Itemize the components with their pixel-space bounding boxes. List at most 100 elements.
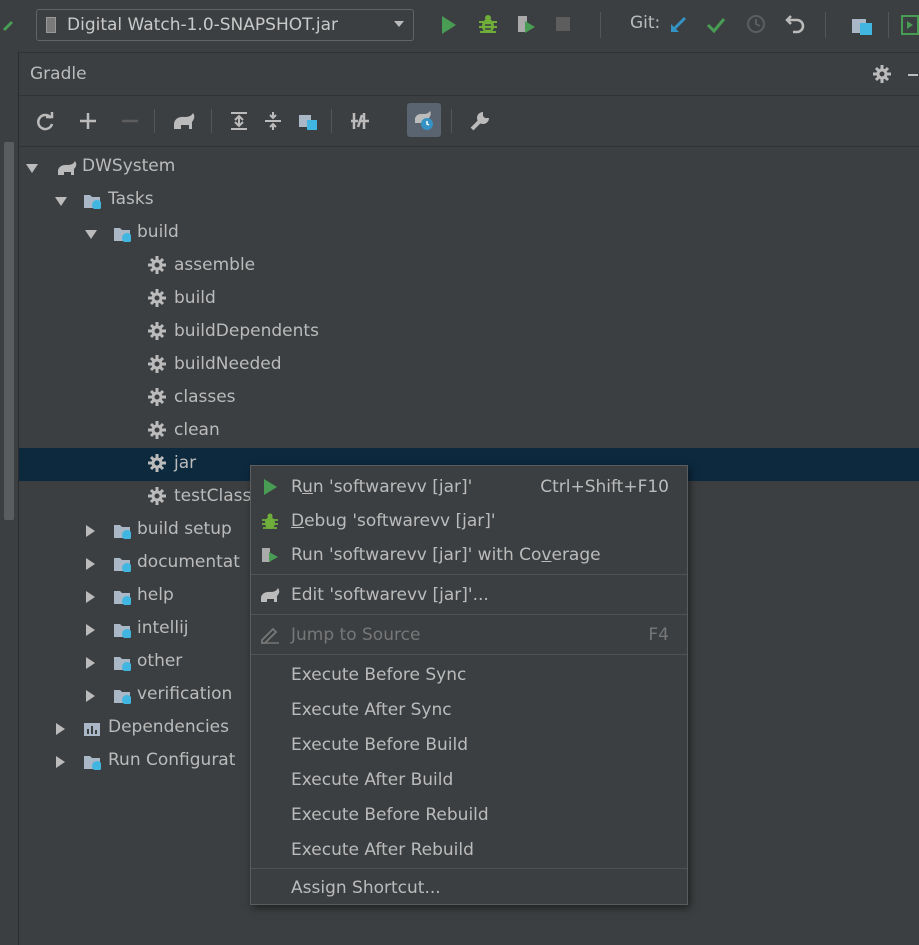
gradle-elephant-icon [261,588,280,602]
chevron-down-icon [394,21,404,27]
menu-separator [251,868,687,869]
collapse-all-icon[interactable] [263,111,283,131]
navigate-back-icon[interactable] [2,18,16,34]
task-gear-icon [148,487,166,505]
menu-separator [251,574,687,575]
tree-node-build-group[interactable]: build [19,217,919,250]
task-folder-icon [84,195,101,209]
git-label: Git: [630,13,661,33]
menu-label: Execute Before Build [291,735,469,755]
tree-node-label: Dependencies [108,717,229,737]
expanded-arrow-icon[interactable] [26,164,38,173]
tree-node-dwsystem[interactable]: DWSystem [19,151,919,184]
run-configuration-combo[interactable]: Digital Watch-1.0-SNAPSHOT.jar [36,9,414,41]
minimize-icon[interactable] [907,71,919,79]
toolbar-separator [331,109,332,133]
gear-icon[interactable] [873,65,891,83]
menu-label-part: erage [551,545,601,565]
task-gear-icon [148,355,166,373]
debug-icon [262,513,278,529]
refresh-icon[interactable] [35,112,55,132]
task-gear-icon [148,454,166,472]
tree-node-label: verification [137,684,233,704]
expanded-arrow-icon[interactable] [55,197,67,206]
tree-task-item[interactable]: buildNeeded [19,349,919,382]
run-icon[interactable] [440,15,458,35]
collapsed-arrow-icon[interactable] [86,525,95,537]
stop-icon[interactable] [555,16,571,32]
menu-item-execute-before-sync[interactable]: Execute Before Sync [251,658,687,692]
task-gear-icon [148,322,166,340]
tree-node-tasks[interactable]: Tasks [19,184,919,217]
tree-task-item[interactable]: build [19,283,919,316]
tree-node-label: build setup [137,519,232,539]
shortcut-label: Ctrl+Shift+F10 [540,477,669,497]
toolbar-separator [825,12,826,38]
pencil-icon [261,627,279,644]
show-run-history-toggle[interactable] [407,103,441,137]
tree-node-label: classes [174,387,236,407]
menu-item-execute-after-sync[interactable]: Execute After Sync [251,693,687,727]
tree-task-item[interactable]: classes [19,382,919,415]
collapsed-arrow-icon[interactable] [56,756,65,768]
menu-item-execute-after-build[interactable]: Execute After Build [251,763,687,797]
menu-item-debug[interactable]: Debug 'softwarevv [jar]' [251,504,687,538]
collapsed-arrow-icon[interactable] [86,624,95,636]
task-gear-icon [148,289,166,307]
toggle-offline-icon[interactable] [349,111,371,131]
git-update-icon[interactable] [668,15,688,35]
task-gear-icon [148,256,166,274]
menu-item-edit-configuration[interactable]: Edit 'softwarevv [jar]'... [251,578,687,612]
project-structure-icon[interactable] [850,15,874,35]
expanded-arrow-icon[interactable] [85,230,97,239]
collapsed-arrow-icon[interactable] [86,558,95,570]
tree-node-label: buildDependents [174,321,319,341]
group-modules-icon[interactable] [297,111,319,131]
menu-item-execute-before-build[interactable]: Execute Before Build [251,728,687,762]
collapsed-arrow-icon[interactable] [86,591,95,603]
git-history-icon[interactable] [746,14,766,34]
mnemonic: D [291,511,305,531]
collapsed-arrow-icon[interactable] [56,723,65,735]
menu-label-part: R [291,477,303,497]
tree-node-label: intellij [137,618,189,638]
scrollbar-thumb[interactable] [4,142,14,520]
menu-label-part: Run 'softwarevv [jar]' with Co [291,545,542,565]
task-gear-icon [148,388,166,406]
left-tool-strip [0,52,19,945]
rollback-icon[interactable] [784,13,806,35]
tree-node-label: assemble [174,255,256,275]
menu-label: Execute After Sync [291,700,452,720]
run-configuration-name: Digital Watch-1.0-SNAPSHOT.jar [67,15,339,35]
add-icon[interactable] [79,112,97,130]
menu-item-execute-before-rebuild[interactable]: Execute Before Rebuild [251,798,687,832]
gradle-history-icon [415,111,433,130]
run-with-coverage-icon[interactable] [515,13,537,35]
menu-item-run-with-coverage[interactable]: Run 'softwarevv [jar]' with Coverage [251,538,687,572]
tree-task-item[interactable]: buildDependents [19,316,919,349]
menu-item-run[interactable]: Run 'softwarevv [jar]' Ctrl+Shift+F10 [251,470,687,504]
run-icon [264,479,277,495]
debug-icon[interactable] [477,13,499,35]
tree-node-label: Tasks [108,189,154,209]
menu-label-part: ebug 'softwarevv [jar]' [304,511,496,531]
collapsed-arrow-icon[interactable] [86,657,95,669]
menu-item-assign-shortcut[interactable]: Assign Shortcut... [251,871,687,905]
tree-task-item[interactable]: clean [19,415,919,448]
gradle-elephant-icon[interactable] [171,111,197,131]
menu-label-part: n 'softwarevv [jar]' [312,477,473,497]
remove-icon[interactable] [121,112,139,130]
git-commit-icon[interactable] [706,15,726,35]
tree-node-label: other [137,651,183,671]
menu-item-execute-after-rebuild[interactable]: Execute After Rebuild [251,833,687,867]
mnemonic: v [541,545,552,565]
menu-item-jump-to-source[interactable]: Jump to Source F4 [251,618,687,652]
expand-all-icon[interactable] [229,111,249,131]
toolbar-separator [451,109,452,133]
tree-task-item[interactable]: assemble [19,250,919,283]
wrench-icon[interactable] [469,110,491,132]
collapsed-arrow-icon[interactable] [86,690,95,702]
task-folder-icon [114,558,131,572]
run-anything-icon[interactable] [900,14,919,36]
tree-node-label: clean [174,420,220,440]
